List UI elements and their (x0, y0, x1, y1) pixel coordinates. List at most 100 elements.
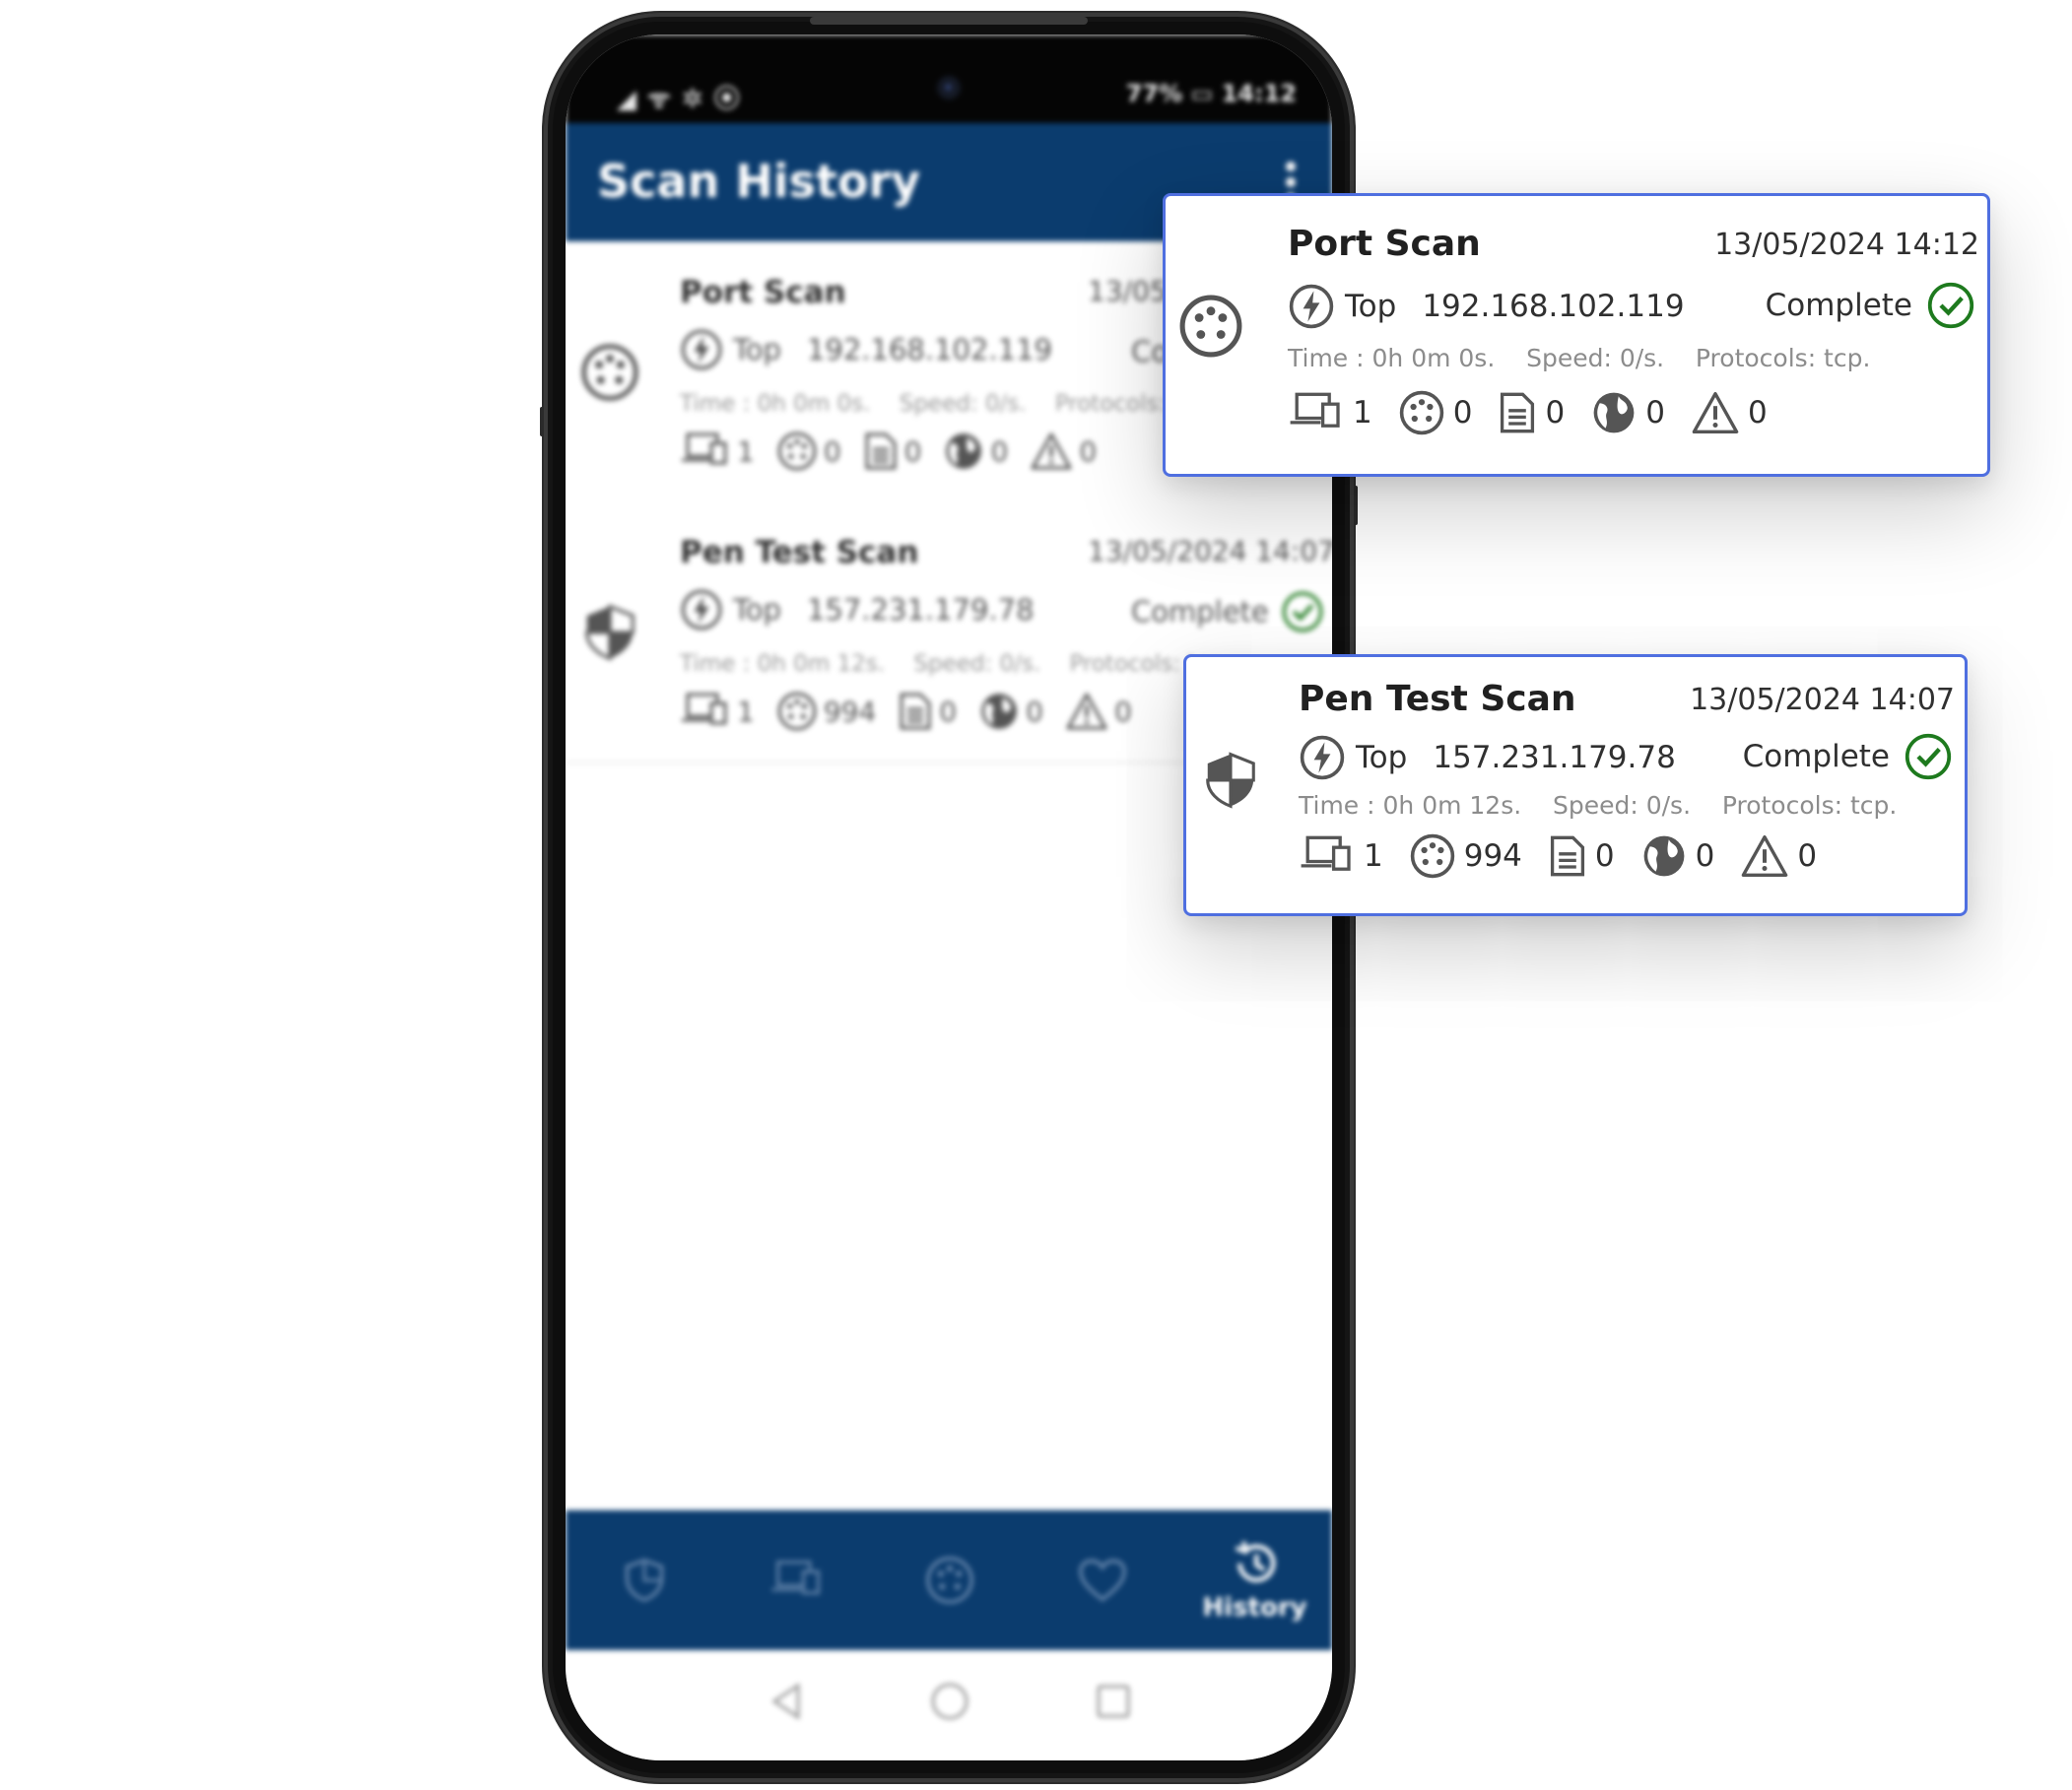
vulns-count: 0 (1113, 695, 1132, 728)
web-count: 0 (1695, 838, 1715, 874)
check-circle-icon (1905, 733, 1952, 780)
scan-mode-row: Top 157.231.179.78 (680, 588, 1035, 631)
scan-name: Pen Test Scan (680, 535, 919, 570)
globe-icon (1643, 835, 1685, 877)
scan-target: 157.231.179.78 (1433, 740, 1676, 775)
status-text: Complete (1131, 595, 1269, 629)
stat-files: 0 (1498, 391, 1565, 434)
scan-speed: Speed: 0/s. (1526, 344, 1665, 372)
status-text: Complete (1742, 739, 1890, 774)
scan-target: 192.168.102.119 (1422, 289, 1685, 324)
scan-stats: 1 994 0 0 0 (1299, 832, 1842, 880)
scan-time: Time : 0h 0m 0s. (1288, 344, 1496, 372)
document-icon (900, 693, 931, 730)
lightning-icon (1300, 735, 1345, 780)
scan-meta: Time : 0h 0m 0s. Speed: 0/s. Protocols: … (1288, 344, 1870, 372)
status-text: Complete (1765, 288, 1912, 323)
stat-ports: 994 (776, 691, 876, 732)
devices-icon (682, 432, 727, 465)
files-count: 0 (1594, 838, 1615, 874)
bottom-navigation: History (566, 1510, 1332, 1650)
warning-icon (1742, 834, 1788, 878)
port-icon (1410, 833, 1454, 879)
stat-ports: 994 (1409, 832, 1522, 880)
status-bar: ◢ ᯤ ✲ ⦿ 77% ▭ 14:12 (566, 34, 1332, 123)
stat-web: 0 (1640, 832, 1715, 880)
system-navigation (566, 1650, 1332, 1760)
status-indicators: ◢ ᯤ ✲ ⦿ (617, 85, 741, 114)
stat-ports: 0 (776, 431, 841, 472)
devices-icon (682, 693, 727, 725)
scan-status: Complete (1131, 590, 1324, 633)
ports-count: 994 (1463, 838, 1522, 874)
web-count: 0 (1645, 395, 1665, 431)
shield-icon (1200, 748, 1261, 813)
scan-date: 13/05/2024 14:12 (1714, 228, 1979, 262)
scan-mode: Top (733, 333, 781, 366)
warning-icon (1066, 693, 1107, 730)
scan-speed: Speed: 0/s. (899, 391, 1027, 417)
power-button (1354, 486, 1358, 525)
stat-files: 0 (863, 431, 922, 471)
ports-count: 0 (1452, 395, 1473, 431)
port-icon (1177, 293, 1244, 360)
lightning-icon (1289, 284, 1334, 329)
stat-ports: 0 (1398, 389, 1473, 436)
port-icon (777, 692, 817, 731)
nav-label-history: History (1202, 1593, 1307, 1623)
ports-count: 0 (823, 434, 841, 468)
nav-item-pentest[interactable] (568, 1510, 720, 1650)
vulns-count: 0 (1797, 838, 1818, 874)
volume-button (540, 407, 544, 436)
files-count: 0 (939, 695, 958, 728)
port-icon (1399, 390, 1443, 435)
scan-mode: Top (733, 593, 781, 627)
devices-count: 1 (737, 434, 755, 468)
scan-name: Port Scan (1288, 224, 1481, 264)
stat-devices: 1 (680, 431, 755, 471)
files-count: 0 (1545, 395, 1566, 431)
scan-time: Time : 0h 0m 12s. (1299, 791, 1522, 820)
check-circle-icon (1927, 282, 1974, 329)
scan-stats: 1 994 0 0 0 (680, 691, 1154, 732)
scan-mode-row: Top 192.168.102.119 (1288, 283, 1685, 330)
port-icon (777, 431, 817, 471)
back-icon[interactable] (767, 1680, 806, 1723)
globe-icon (981, 694, 1017, 729)
scan-card-port-scan[interactable]: Port Scan 13/05/2024 14:12 Top 192.168.1… (1163, 193, 1990, 477)
scan-speed: Speed: 0/s. (913, 651, 1041, 677)
stat-files: 0 (1548, 834, 1615, 878)
files-count: 0 (903, 434, 922, 468)
nav-item-favorites[interactable] (1026, 1510, 1178, 1650)
scan-meta: Time : 0h 0m 12s. Speed: 0/s. Protocols:… (680, 651, 1231, 677)
scan-target: 157.231.179.78 (806, 593, 1035, 627)
document-icon (865, 432, 897, 470)
shield-icon (579, 602, 640, 663)
vulns-count: 0 (1079, 434, 1098, 468)
scan-time: Time : 0h 0m 0s. (680, 391, 871, 417)
page-title: Scan History (597, 155, 921, 208)
battery-clock: 77% ▭ 14:12 (1125, 80, 1297, 107)
scan-speed: Speed: 0/s. (1552, 791, 1692, 820)
heart-icon (1078, 1558, 1126, 1602)
devices-count: 1 (737, 695, 755, 728)
devices-icon (1301, 835, 1351, 871)
stat-vulns: 0 (1065, 692, 1132, 731)
scan-meta: Time : 0h 0m 12s. Speed: 0/s. Protocols:… (1299, 791, 1897, 820)
web-count: 0 (1026, 695, 1043, 728)
scan-target: 192.168.102.119 (806, 333, 1053, 366)
stat-devices: 1 (1288, 391, 1372, 434)
nav-item-devices[interactable] (720, 1510, 873, 1650)
scan-status: Complete (1766, 281, 1975, 330)
home-icon[interactable] (928, 1680, 971, 1723)
scan-card-pen-test[interactable]: Pen Test Scan 13/05/2024 14:07 Top 157.2… (1183, 654, 1968, 916)
nav-item-history[interactable]: History (1178, 1510, 1331, 1650)
earpiece-speaker (810, 17, 1088, 25)
devices-count: 1 (1364, 838, 1383, 874)
recents-icon[interactable] (1092, 1680, 1135, 1723)
port-icon (579, 342, 640, 403)
scan-mode-row: Top 157.231.179.78 (1299, 734, 1676, 781)
scan-name: Pen Test Scan (1299, 679, 1576, 719)
stat-vulns: 0 (1030, 431, 1097, 471)
nav-item-ports[interactable] (873, 1510, 1026, 1650)
